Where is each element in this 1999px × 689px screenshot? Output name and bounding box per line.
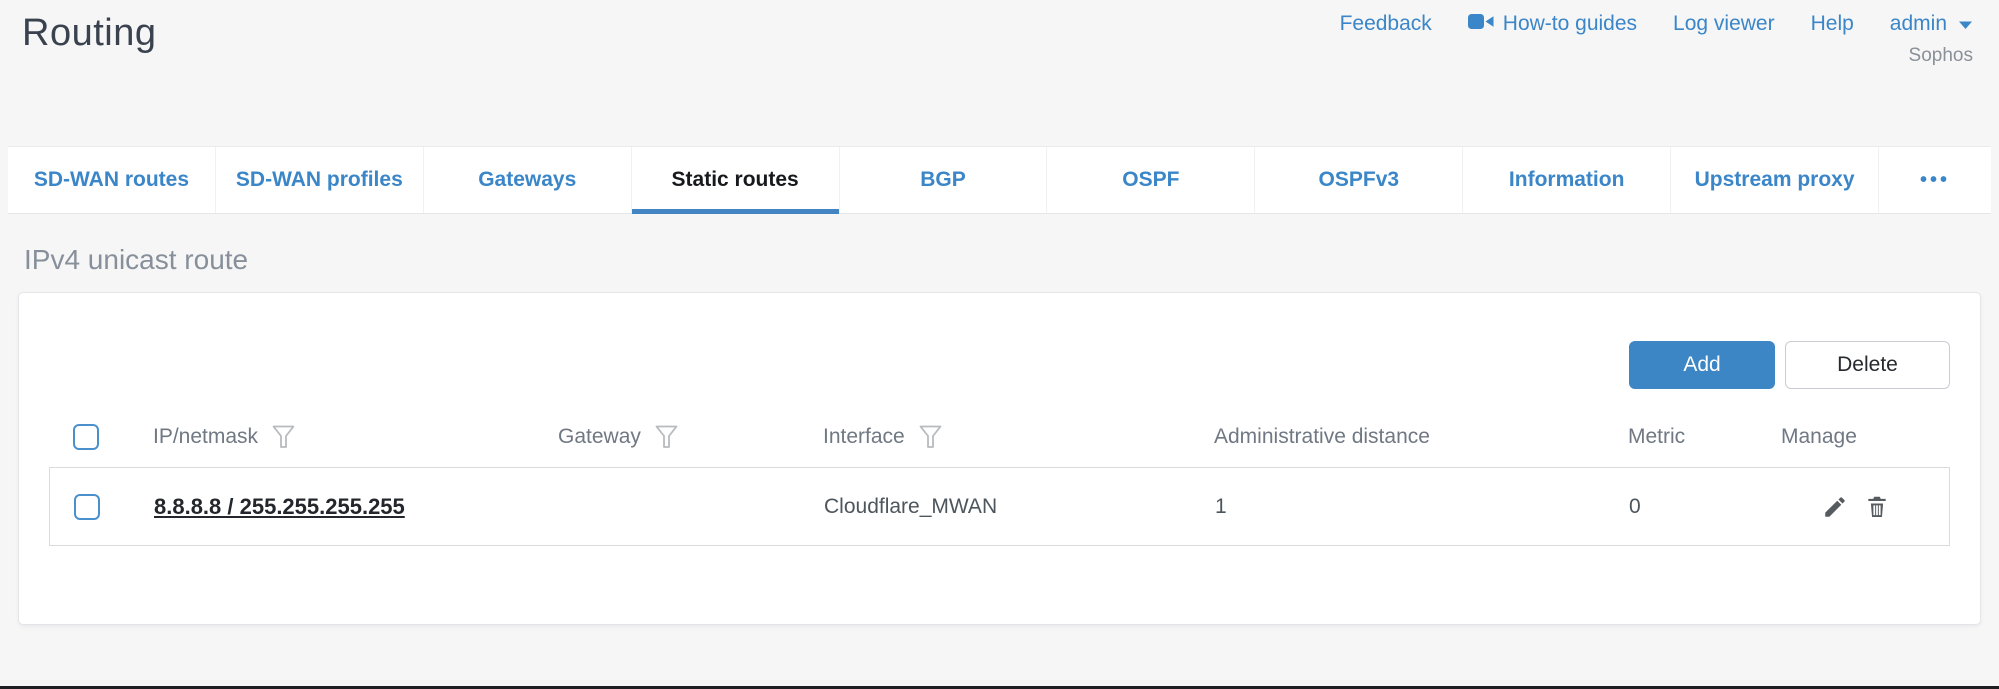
col-header-admin-distance: Administrative distance [1214, 425, 1628, 449]
tab-upstream-proxy[interactable]: Upstream proxy [1671, 147, 1879, 213]
route-ip-link[interactable]: 8.8.8.8 / 255.255.255.255 [154, 494, 405, 519]
feedback-link[interactable]: Feedback [1340, 12, 1432, 36]
tab-ospfv3[interactable]: OSPFv3 [1255, 147, 1463, 213]
user-menu[interactable]: admin [1890, 12, 1973, 36]
tab-label: Information [1509, 168, 1625, 192]
table-row: 8.8.8.8 / 255.255.255.255 Cloudflare_MWA… [49, 467, 1950, 546]
col-label: IP/netmask [153, 425, 258, 449]
tab-sd-wan-profiles[interactable]: SD-WAN profiles [216, 147, 424, 213]
col-header-gateway: Gateway [558, 425, 823, 449]
brand-label: Sophos [1909, 45, 1973, 67]
howto-guides-link[interactable]: How-to guides [1468, 12, 1637, 36]
tab-label: SD-WAN profiles [236, 168, 403, 192]
tab-label: Upstream proxy [1695, 168, 1855, 192]
filter-icon[interactable] [919, 425, 942, 449]
help-label: Help [1811, 12, 1854, 36]
filter-icon[interactable] [272, 425, 295, 449]
tab-label: SD-WAN routes [34, 168, 189, 192]
manage-cell [1782, 494, 1949, 520]
page-title: Routing [22, 12, 156, 55]
tab-static-routes[interactable]: Static routes [632, 147, 840, 213]
tab-label: OSPFv3 [1319, 168, 1400, 192]
col-label: Gateway [558, 425, 641, 449]
filter-icon[interactable] [655, 425, 678, 449]
help-link[interactable]: Help [1811, 12, 1854, 36]
howto-guides-label: How-to guides [1503, 12, 1637, 36]
tab-ospf[interactable]: OSPF [1047, 147, 1255, 213]
metric-cell: 0 [1629, 495, 1782, 519]
tab-label: Static routes [672, 168, 799, 192]
col-header-manage: Manage [1781, 425, 1950, 449]
tab-sd-wan-routes[interactable]: SD-WAN routes [8, 147, 216, 213]
tab-label: Gateways [478, 168, 576, 192]
col-header-interface: Interface [823, 425, 1214, 449]
section-title: IPv4 unicast route [24, 244, 1999, 276]
col-label: Metric [1628, 425, 1685, 449]
video-camera-icon [1468, 12, 1494, 36]
log-viewer-link[interactable]: Log viewer [1673, 12, 1775, 36]
tab-information[interactable]: Information [1463, 147, 1671, 213]
add-button[interactable]: Add [1629, 341, 1775, 389]
interface-cell: Cloudflare_MWAN [824, 495, 1215, 519]
col-header-ip-netmask: IP/netmask [153, 425, 558, 449]
delete-button[interactable]: Delete [1785, 341, 1950, 389]
card-actions: Add Delete [49, 341, 1950, 389]
ellipsis-icon: ••• [1920, 169, 1950, 192]
header-links: Feedback How-to guides Log viewer Help a… [1340, 12, 1973, 36]
chevron-down-icon [1958, 12, 1973, 36]
tab-label: OSPF [1122, 168, 1179, 192]
tabbar: SD-WAN routes SD-WAN profiles Gateways S… [8, 146, 1991, 214]
admin-distance-cell: 1 [1215, 495, 1629, 519]
row-checkbox[interactable] [74, 494, 100, 520]
header-right: Feedback How-to guides Log viewer Help a… [1340, 12, 1973, 67]
col-header-metric: Metric [1628, 425, 1781, 449]
feedback-link-label: Feedback [1340, 12, 1432, 36]
routes-card: Add Delete IP/netmask Gateway Interface … [18, 292, 1981, 625]
select-all-checkbox[interactable] [73, 424, 99, 450]
table-header-row: IP/netmask Gateway Interface Administrat… [49, 417, 1950, 457]
tab-bgp[interactable]: BGP [840, 147, 1048, 213]
col-label: Administrative distance [1214, 425, 1430, 449]
user-menu-label: admin [1890, 12, 1947, 36]
trash-icon[interactable] [1864, 494, 1890, 520]
col-label: Interface [823, 425, 905, 449]
edit-icon[interactable] [1822, 494, 1848, 520]
tab-gateways[interactable]: Gateways [424, 147, 632, 213]
col-label: Manage [1781, 425, 1857, 449]
log-viewer-label: Log viewer [1673, 12, 1775, 36]
top-header: Routing Feedback How-to guides Log viewe… [0, 0, 1999, 146]
tab-label: BGP [920, 168, 966, 192]
tab-overflow-menu[interactable]: ••• [1879, 147, 1991, 213]
